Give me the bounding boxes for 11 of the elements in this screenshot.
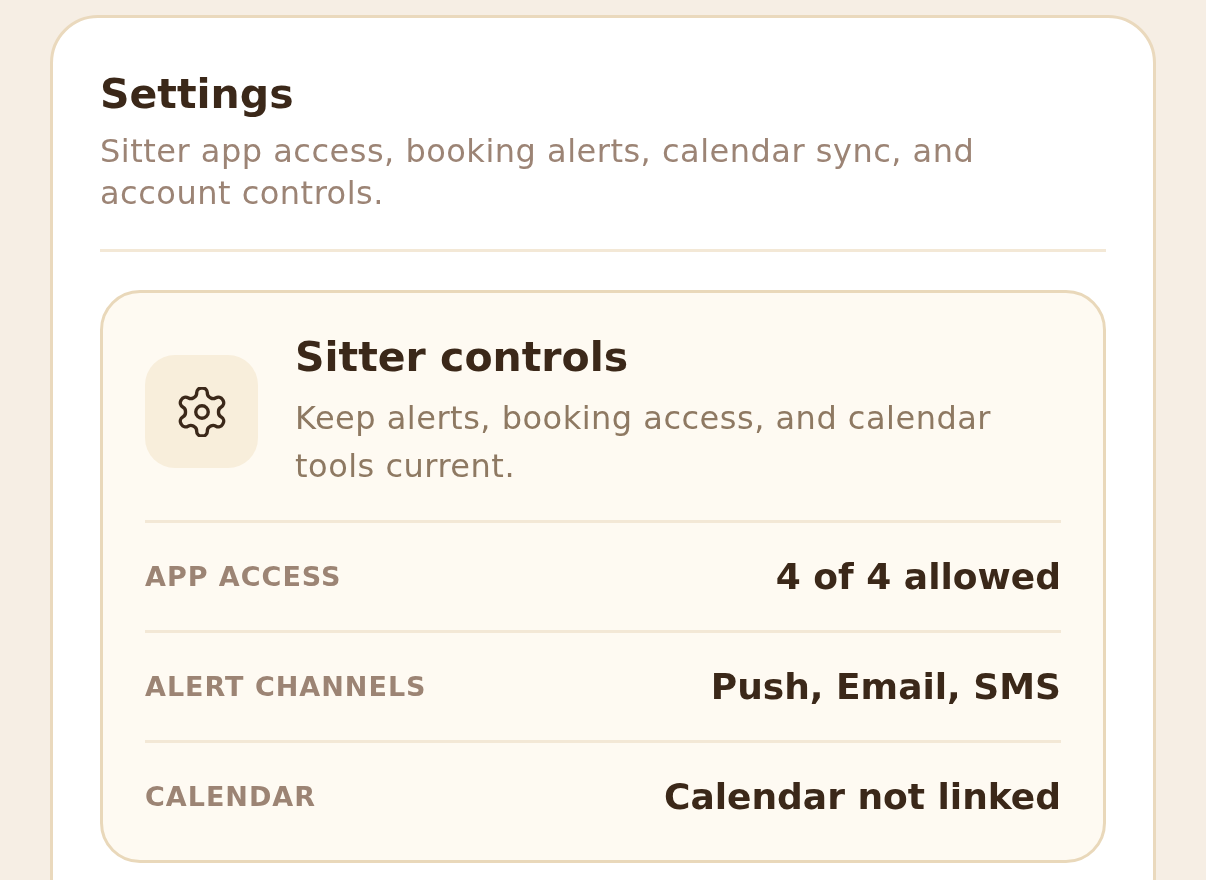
setting-label: CALENDAR: [145, 781, 317, 812]
setting-value: Push, Email, SMS: [710, 666, 1061, 707]
page-subtitle: Sitter app access, booking alerts, calendar sync, and account controls.: [100, 131, 976, 214]
gear-icon: [145, 355, 258, 468]
setting-value: Calendar not linked: [663, 776, 1061, 817]
setting-value: 4 of 4 allowed: [775, 556, 1061, 597]
page-title: Settings: [100, 70, 295, 118]
setting-label: APP ACCESS: [145, 561, 342, 592]
panel-title: Sitter controls: [295, 333, 630, 381]
setting-label: ALERT CHANNELS: [145, 671, 427, 702]
panel-description: Keep alerts, booking access, and calendar tools current.: [295, 398, 992, 487]
